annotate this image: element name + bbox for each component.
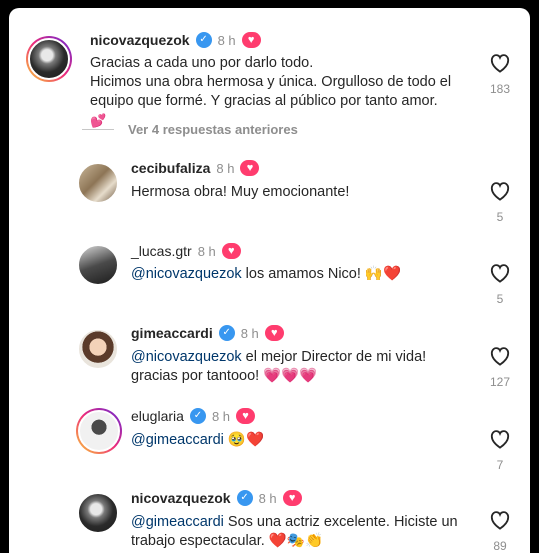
- username[interactable]: gimeaccardi: [131, 325, 213, 341]
- like-count: 7: [496, 458, 504, 472]
- like-button[interactable]: 127: [483, 346, 517, 389]
- comment-text: Gracias a cada uno por darlo todo. Hicim…: [90, 55, 452, 128]
- username[interactable]: cecibufaliza: [131, 160, 210, 176]
- timestamp[interactable]: 8 h: [216, 161, 234, 176]
- like-button[interactable]: 183: [483, 53, 517, 96]
- heart-outline-icon: [490, 54, 510, 73]
- like-button[interactable]: 89: [483, 510, 517, 553]
- creator-liked-heart-icon: ♥: [282, 490, 302, 506]
- creator-liked-heart-icon: ♥: [236, 408, 256, 424]
- creator-liked-heart-icon: ♥: [241, 32, 261, 48]
- comment-text: @nicovazquezok el mejor Director de mi v…: [131, 349, 427, 384]
- creator-liked-heart-icon: ♥: [264, 325, 284, 341]
- like-count: 89: [493, 539, 507, 553]
- like-count: 5: [496, 210, 504, 224]
- username[interactable]: eluglaria: [131, 408, 184, 424]
- like-count: 5: [496, 292, 504, 306]
- avatar[interactable]: [77, 244, 119, 286]
- avatar[interactable]: [26, 36, 72, 82]
- like-button[interactable]: 5: [483, 263, 517, 306]
- creator-liked-heart-icon: ♥: [221, 243, 241, 259]
- mention-link[interactable]: @nicovazquezok: [131, 349, 242, 365]
- mention-link[interactable]: @nicovazquezok: [131, 266, 242, 282]
- view-replies-button[interactable]: Ver 4 respuestas anteriores: [82, 122, 298, 137]
- heart-outline-icon: [490, 264, 510, 283]
- timestamp[interactable]: 8 h: [241, 326, 259, 341]
- timestamp[interactable]: 8 h: [212, 409, 230, 424]
- verified-badge-icon: ✓: [195, 32, 212, 48]
- like-button[interactable]: 7: [483, 429, 517, 472]
- creator-liked-heart-icon: ♥: [240, 160, 260, 176]
- heart-outline-icon: [490, 347, 510, 366]
- timestamp[interactable]: 8 h: [259, 491, 277, 506]
- heart-outline-icon: [490, 182, 510, 201]
- verified-badge-icon: ✓: [218, 325, 235, 341]
- username[interactable]: _lucas.gtr: [131, 243, 192, 259]
- avatar[interactable]: [77, 492, 119, 534]
- comments-panel: nicovazquezok ✓ 8 h ♥ Gracias a cada uno…: [9, 8, 530, 553]
- heart-outline-icon: [490, 511, 510, 530]
- heart-outline-icon: [490, 430, 510, 449]
- avatar[interactable]: [77, 162, 119, 204]
- comment-text: Hermosa obra! Muy emocionante!: [131, 184, 350, 200]
- view-replies-label: Ver 4 respuestas anteriores: [128, 122, 298, 137]
- mention-link[interactable]: @gimeaccardi: [131, 432, 224, 448]
- verified-badge-icon: ✓: [236, 490, 253, 506]
- verified-badge-icon: ✓: [189, 408, 206, 424]
- comment-text: @gimeaccardi 🥹❤️: [131, 432, 265, 448]
- like-count: 183: [489, 82, 511, 96]
- avatar[interactable]: [76, 408, 122, 454]
- username[interactable]: nicovazquezok: [131, 490, 231, 506]
- mention-link[interactable]: @gimeaccardi: [131, 514, 224, 530]
- comment-text: @nicovazquezok los amamos Nico! 🙌❤️: [131, 266, 402, 282]
- replies-divider: [82, 129, 114, 130]
- comment-text: @gimeaccardi Sos una actriz excelente. H…: [131, 514, 458, 549]
- like-button[interactable]: 5: [483, 181, 517, 224]
- avatar[interactable]: [77, 328, 119, 370]
- timestamp[interactable]: 8 h: [218, 33, 236, 48]
- username[interactable]: nicovazquezok: [90, 32, 190, 48]
- timestamp[interactable]: 8 h: [198, 244, 216, 259]
- like-count: 127: [489, 375, 511, 389]
